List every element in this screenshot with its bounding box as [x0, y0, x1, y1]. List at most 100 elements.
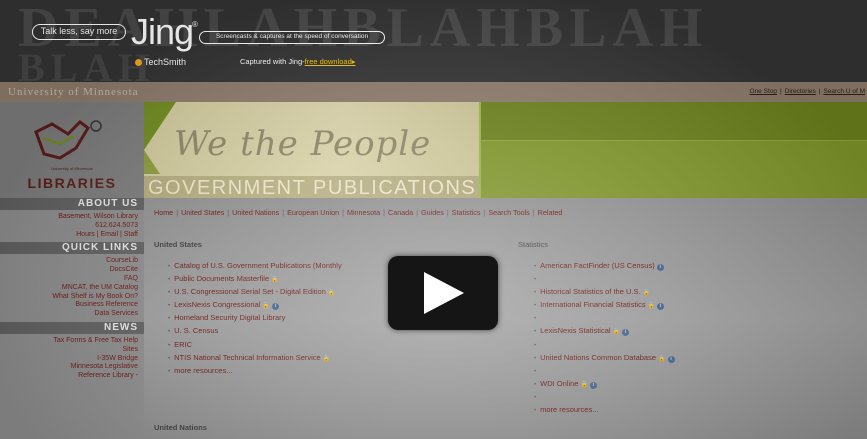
tagline-bubble: Screencasts & captures at the speed of c…	[199, 31, 385, 44]
search-umn-link[interactable]: Search U of M	[823, 88, 865, 95]
bullet-icon: •	[168, 264, 171, 270]
us-resource-link[interactable]: LexisNexis Congressional	[174, 300, 260, 309]
lock-icon: 🔒	[271, 277, 279, 284]
statistics-list-item: •	[534, 391, 675, 404]
us-resource-link[interactable]: U. S. Census	[174, 326, 218, 335]
info-icon[interactable]: i	[271, 303, 279, 311]
bullet-icon: •	[168, 368, 171, 375]
statistics-list-item: • Historical Statistics of the U.S. 🔒	[534, 286, 675, 299]
free-download-link[interactable]: free download	[305, 57, 352, 66]
gov-pubs-banner: We the People GOVERNMENT PUBLICATIONS	[144, 102, 480, 198]
news-item-legislative[interactable]: Minnesota Legislative	[2, 363, 138, 372]
news-item-tax-forms-cont[interactable]: Sites	[2, 346, 138, 355]
statistics-resource-list: • American FactFinder (US Census) i • • Histo…	[534, 260, 675, 417]
us-resource-link[interactable]: more resources...	[174, 366, 232, 375]
us-resource-list: • Catalog of U.S. Government Publications…	[168, 260, 342, 378]
phone-text: 612.624.5073	[95, 221, 138, 229]
us-list-item: • ERIC	[168, 339, 342, 352]
statistics-resource-link[interactable]: American FactFinder (US Census)	[540, 261, 655, 270]
registered-mark: ®	[192, 20, 198, 29]
news-heading: NEWS	[0, 321, 144, 334]
lock-icon: 🔒	[327, 290, 336, 297]
sidebar-item-data-services[interactable]: Data Services	[2, 310, 138, 319]
info-icon[interactable]: i	[657, 303, 665, 311]
jing-logo: Jing	[131, 11, 194, 52]
sidebar-item-business-reference[interactable]: Business Reference	[2, 301, 138, 310]
us-list-item: • U. S. Census	[168, 325, 342, 338]
libraries-crest-icon	[34, 120, 102, 160]
us-resource-link[interactable]: Catalog of U.S. Government Publications …	[174, 261, 342, 270]
libraries-title: LIBRARIES	[27, 175, 117, 191]
news-item-tax-forms[interactable]: Tax Forms & Free Tax Help	[2, 337, 138, 346]
techsmith-logo: TechSmith	[135, 57, 186, 67]
techsmith-icon	[135, 59, 142, 66]
bullet-icon: •	[168, 342, 171, 349]
nav-european-union[interactable]: European Union	[287, 208, 339, 217]
us-resource-link[interactable]: Homeland Security Digital Library	[174, 313, 285, 322]
captured-prefix: Captured with Jing-	[240, 57, 305, 66]
news-item-legislative-cont[interactable]: Reference Library -	[2, 372, 138, 381]
banner-accent-2	[144, 150, 160, 174]
statistics-section-title: Statistics	[518, 240, 549, 249]
us-resource-link[interactable]: NTIS National Technical Information Serv…	[174, 353, 321, 362]
banner-green-top	[480, 102, 867, 140]
left-sidebar: ABOUT US Basement, Wilson Library 612.62…	[0, 198, 144, 439]
sidebar-item-faq[interactable]: FAQ	[2, 275, 138, 284]
play-icon	[424, 272, 464, 314]
bullet-icon: •	[168, 329, 171, 336]
info-icon[interactable]: i	[656, 264, 664, 271]
nav-statistics[interactable]: Statistics	[452, 208, 481, 217]
un-section-title: United Nations	[154, 423, 207, 432]
news-item-bridge[interactable]: I-35W Bridge	[2, 355, 138, 364]
info-icon[interactable]: i	[622, 329, 630, 337]
statistics-resource-link[interactable]: Historical Statistics of the U.S.	[540, 287, 640, 296]
sidebar-item-shelf[interactable]: What Shelf is My Book On?	[2, 293, 138, 302]
us-resource-link[interactable]: Public Documents Masterfile	[174, 274, 269, 283]
libraries-logo[interactable]: University of Minnesota LIBRARIES	[0, 102, 144, 198]
bullet-icon: •	[534, 394, 537, 401]
libraries-subtitle: University of Minnesota	[51, 166, 93, 171]
us-list-item: • LexisNexis Congressional 🔒 i	[168, 299, 342, 312]
statistics-resource-link[interactable]: LexisNexis Statistical	[540, 326, 610, 335]
nav-canada[interactable]: Canada	[388, 208, 413, 217]
statistics-resource-link[interactable]: International Financial Statistics	[540, 300, 645, 309]
statistics-resource-link[interactable]: WDI Online	[540, 379, 578, 388]
us-resource-link[interactable]: ERIC	[174, 340, 192, 349]
us-list-item: • Catalog of U.S. Government Publications…	[168, 260, 342, 273]
lock-icon: 🔒	[647, 303, 656, 310]
bullet-icon: •	[534, 381, 537, 388]
nav-minnesota[interactable]: Minnesota	[347, 208, 380, 217]
sidebar-item-courselib[interactable]: CourseLib	[2, 257, 138, 266]
talk-less-bubble: Talk less, say more	[32, 24, 126, 40]
quick-links-block: CourseLib DocsCite FAQ MNCAT, the UM Cat…	[0, 254, 144, 322]
jing-header: DEAHLAHBLAHBLAH BLAH Talk less, say more…	[0, 0, 867, 82]
bullet-icon: •	[534, 264, 537, 270]
hours-email-staff-links[interactable]: Hours | Email | Staff	[2, 231, 138, 240]
nav-united-states[interactable]: United States	[181, 208, 224, 217]
nav-home[interactable]: Home	[154, 208, 173, 217]
bullet-icon: •	[168, 303, 171, 310]
nav-united-nations[interactable]: United Nations	[232, 208, 279, 217]
one-stop-link[interactable]: One Stop	[750, 88, 777, 95]
statistics-resource-link[interactable]: more resources...	[540, 405, 598, 414]
info-icon[interactable]: i	[667, 355, 675, 363]
statistics-list-item: • United Nations Common Database 🔒 i	[534, 352, 675, 365]
about-us-heading: ABOUT US	[0, 198, 144, 210]
statistics-resource-link[interactable]: United Nations Common Database	[540, 353, 656, 362]
banner-accent	[144, 102, 176, 150]
nav-search-tools[interactable]: Search Tools	[488, 208, 529, 217]
play-button[interactable]	[388, 256, 498, 330]
bullet-icon: •	[534, 290, 537, 297]
info-icon[interactable]: i	[589, 381, 597, 389]
umn-title[interactable]: University of Minnesota	[8, 86, 139, 98]
nav-guides[interactable]: Guides	[421, 208, 444, 217]
nav-related[interactable]: Related	[538, 208, 563, 217]
news-block: Tax Forms & Free Tax Help Sites I-35W Br…	[0, 334, 144, 384]
about-us-block: Basement, Wilson Library 612.624.5073 Ho…	[0, 210, 144, 242]
sidebar-item-mncat[interactable]: MNCAT, the UM Catalog	[2, 284, 138, 293]
bullet-icon: •	[534, 316, 537, 323]
directories-link[interactable]: Directories	[785, 88, 816, 95]
lock-icon: 🔒	[612, 329, 621, 336]
sidebar-item-docscite[interactable]: DocsCite	[2, 266, 138, 275]
us-resource-link[interactable]: U.S. Congressional Serial Set - Digital …	[174, 287, 326, 296]
